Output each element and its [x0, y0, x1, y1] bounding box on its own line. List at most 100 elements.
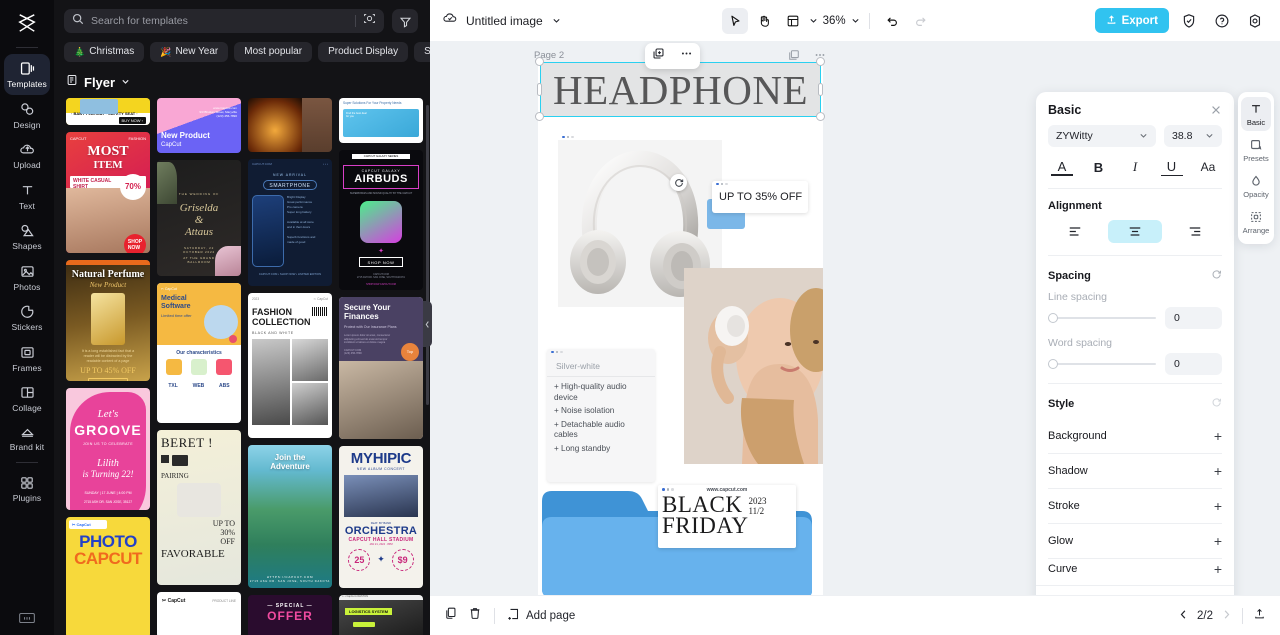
chip-sale[interactable]: Sale [414, 42, 430, 62]
layout-chevron-icon[interactable] [809, 12, 818, 30]
font-size-select[interactable]: 38.8 [1164, 125, 1222, 147]
style-row-curve[interactable]: Curve + [1048, 559, 1222, 579]
template-card[interactable]: ✂ CapCut PRODUCT LINE [157, 591, 241, 635]
delete-page-icon[interactable] [468, 606, 482, 625]
image-search-icon[interactable] [363, 12, 376, 30]
sidebar-item-shapes[interactable]: Shapes [4, 216, 50, 257]
category-header[interactable]: Flyer [54, 65, 430, 98]
template-card[interactable]: Super Solutions For Your Property Needs … [339, 98, 423, 144]
template-card[interactable]: • • • CapCut LOGISTICS LOGISTICS SYSTEM [339, 594, 423, 635]
close-icon[interactable] [1210, 104, 1222, 116]
align-center-button[interactable] [1108, 220, 1162, 243]
chip-christmas[interactable]: 🎄 Christmas [64, 42, 145, 62]
chevron-left-icon[interactable] [1178, 607, 1189, 625]
search-input[interactable] [91, 15, 348, 27]
chevron-right-icon[interactable] [1221, 607, 1232, 625]
template-card[interactable]: 2023 ✂ CapCut FASHION COLLECTION BLACK AND… [248, 292, 332, 438]
more-horizontal-icon[interactable] [680, 47, 693, 65]
hand-tool[interactable] [751, 8, 777, 34]
style-row-glow[interactable]: Glow + [1048, 524, 1222, 558]
sidebar-item-photos[interactable]: Photos [4, 257, 50, 298]
settings-icon[interactable] [1242, 8, 1268, 34]
plus-icon[interactable]: + [1214, 498, 1222, 514]
template-card[interactable]: New Product CapCut www.CapCut.com 9/3 Bhu… [157, 98, 241, 153]
zoom-chevron-icon[interactable] [851, 12, 860, 30]
help-circle-icon[interactable] [1209, 8, 1235, 34]
search-box[interactable] [64, 9, 384, 33]
chip-product-display[interactable]: Product Display [318, 42, 409, 62]
tab-basic[interactable]: Basic [1241, 97, 1271, 131]
sidebar-item-frames[interactable]: Frames [4, 338, 50, 379]
reset-icon[interactable] [1211, 267, 1222, 285]
style-row-background[interactable]: Background + [1048, 419, 1222, 453]
tab-presets[interactable]: Presets [1241, 133, 1271, 167]
template-card[interactable]: BERET ! PAIRING UP TO 30% OFF FAVORABLE [157, 429, 241, 585]
sidebar-item-stickers[interactable]: Stickers [4, 297, 50, 338]
plus-icon[interactable]: + [1214, 533, 1222, 549]
template-card[interactable]: Let's GROOVE JOIN US TO CELEBRATE Lilith… [66, 387, 150, 510]
chip-most-popular[interactable]: Most popular [234, 42, 313, 62]
resize-handle-bl[interactable] [535, 112, 544, 121]
redo-button[interactable] [908, 8, 934, 34]
shield-check-icon[interactable] [1176, 8, 1202, 34]
add-page-button[interactable]: Add page [507, 607, 575, 624]
resize-handle-br[interactable] [816, 112, 825, 121]
export-button[interactable]: Export [1094, 8, 1169, 33]
export-page-icon[interactable] [1253, 607, 1266, 625]
template-card[interactable]: MYHIPIC NEW ALBUM CONCERT FEAT. BY BAND … [339, 445, 423, 588]
zoom-level[interactable]: 36% [821, 15, 848, 27]
template-card[interactable]: ✂ CapCut Medical Software Limited time of… [157, 283, 241, 423]
chip-new-year[interactable]: 🎉 New Year [150, 42, 229, 62]
keyboard-shortcuts-button[interactable] [0, 611, 54, 625]
capcut-logo-icon[interactable] [10, 8, 44, 38]
sidebar-item-text[interactable]: Text [4, 176, 50, 217]
resize-handle-left[interactable] [537, 83, 542, 96]
template-card[interactable]: Secure Your Finances Protect with Our Ins… [339, 297, 423, 439]
rotate-icon[interactable] [670, 174, 687, 191]
duplicate-page-icon[interactable] [444, 606, 458, 625]
document-title-menu[interactable]: Untitled image [466, 12, 561, 30]
word-spacing-slider[interactable] [1048, 358, 1156, 370]
underline-button[interactable]: U [1160, 159, 1183, 176]
resize-handle-right[interactable] [818, 83, 823, 96]
sidebar-item-plugins[interactable]: Plugins [4, 469, 50, 509]
text-case-button[interactable]: Aa [1197, 157, 1219, 177]
panel-scrollbar[interactable] [426, 105, 429, 405]
chevron-down-icon[interactable] [552, 12, 561, 30]
slider-knob[interactable] [1048, 313, 1058, 323]
tab-arrange[interactable]: Arrange [1241, 205, 1271, 239]
template-card[interactable] [248, 98, 332, 153]
word-spacing-input[interactable]: 0 [1165, 353, 1222, 375]
chevron-down-icon[interactable] [121, 73, 130, 91]
plus-icon[interactable]: + [1214, 428, 1222, 444]
sidebar-item-templates[interactable]: Templates [4, 54, 50, 95]
resize-handle-tr[interactable] [816, 57, 825, 66]
sidebar-item-brand-kit[interactable]: Brand kit [4, 419, 50, 458]
style-row-stroke[interactable]: Stroke + [1048, 489, 1222, 523]
template-card[interactable]: Join the Adventure HTTPS://CAPCUT.COM 2715… [248, 444, 332, 588]
promo-card[interactable]: UP TO 35% OFF [712, 181, 808, 213]
canvas-area[interactable]: Page 2 HEADPHONE UP TO 35% OFF Silver-wh… [430, 41, 1280, 595]
undo-button[interactable] [879, 8, 905, 34]
template-card[interactable]: — SPECIAL — OFFER [248, 594, 332, 635]
sidebar-item-upload[interactable]: Upload [4, 135, 50, 176]
model-photo[interactable] [684, 268, 823, 464]
slider-knob[interactable] [1048, 359, 1058, 369]
sidebar-item-collage[interactable]: Collage [4, 378, 50, 419]
template-card[interactable]: THE WEDDING OF Griselda & Attaus SATURDAY… [157, 159, 241, 277]
bold-button[interactable]: B [1088, 157, 1110, 177]
select-tool[interactable] [721, 7, 748, 34]
sidebar-item-design[interactable]: Design [4, 95, 50, 136]
align-right-button[interactable] [1168, 220, 1222, 243]
plus-icon[interactable]: + [1214, 561, 1222, 577]
layout-tool[interactable] [780, 8, 806, 34]
font-color-button[interactable]: A [1051, 159, 1073, 176]
filter-button[interactable] [392, 9, 418, 33]
template-card[interactable]: ✂ CapCut PHOTO CAPCUT [66, 516, 150, 635]
italic-button[interactable]: I [1124, 157, 1146, 177]
plus-icon[interactable]: + [1214, 463, 1222, 479]
collapse-panel-handle[interactable] [423, 301, 432, 347]
template-card[interactable]: · BABY PLAYMAT · SAFETY SEAT · BUY NOW › [66, 98, 150, 125]
font-family-select[interactable]: ZYWitty [1048, 125, 1156, 147]
template-card[interactable]: Natural Perfume New Product It is a long… [66, 260, 150, 381]
